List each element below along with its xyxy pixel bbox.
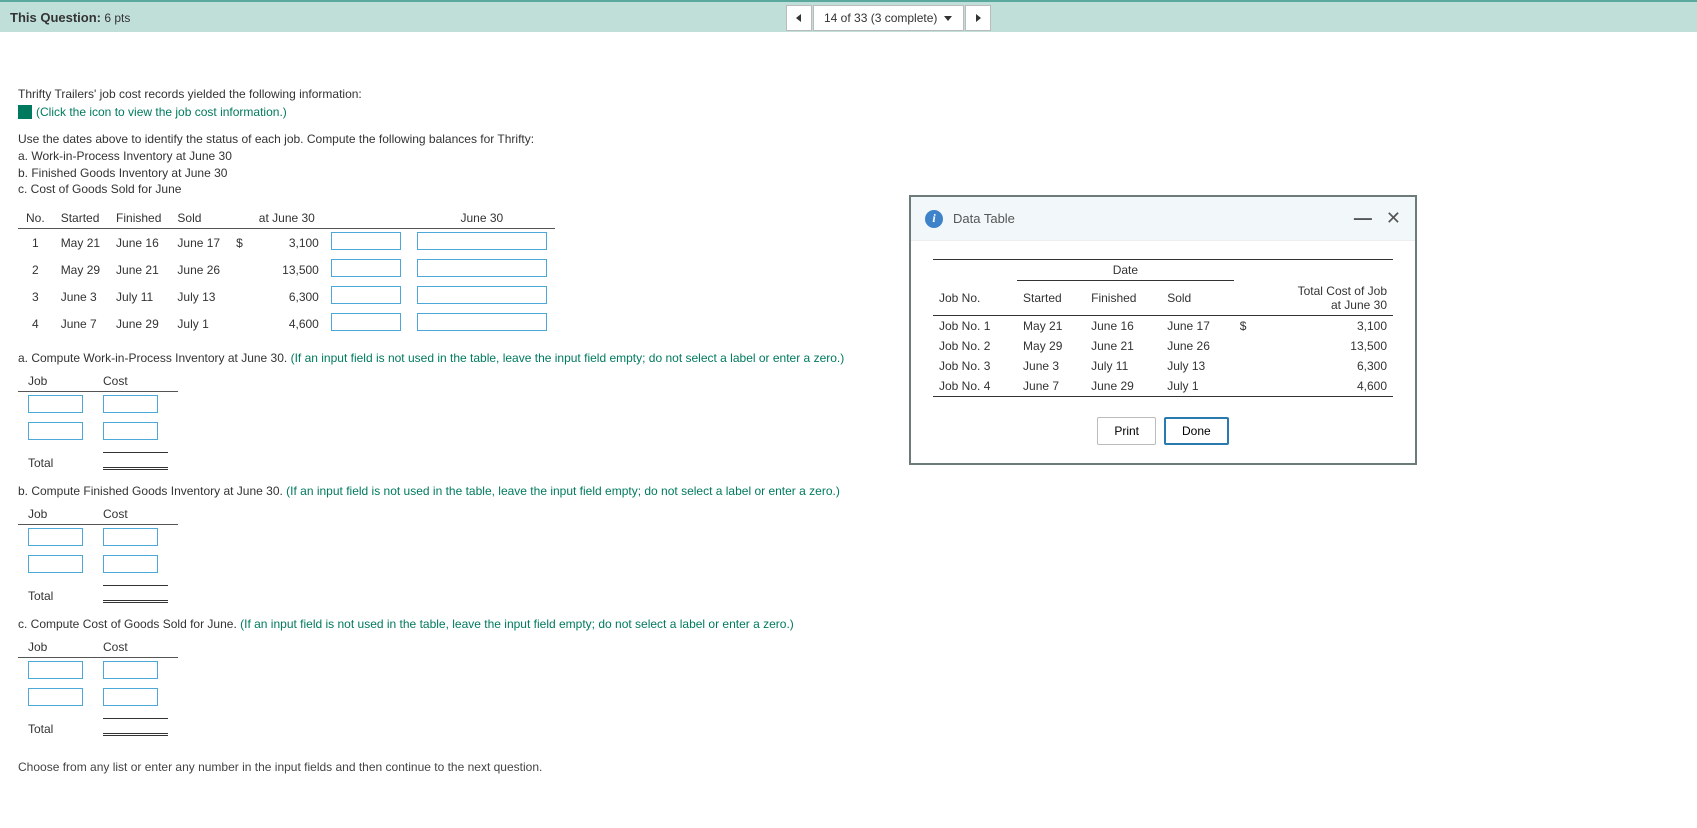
job-input[interactable] [28,661,83,679]
cost-input[interactable] [103,555,158,573]
input-field[interactable] [417,259,547,277]
next-button[interactable] [965,5,991,31]
print-button[interactable]: Print [1097,417,1156,445]
mini-table-c: JobCost Total [18,637,178,742]
date-header: Date [1017,260,1234,281]
view-info-link[interactable]: (Click the icon to view the job cost inf… [18,105,1679,119]
done-button[interactable]: Done [1164,417,1229,445]
chevron-down-icon [943,13,953,23]
table-header-row: No. Started Finished Sold at June 30 Jun… [18,208,555,229]
prompt-a: a. Compute Work-in-Process Inventory at … [18,351,1679,365]
input-field[interactable] [331,232,401,250]
instr-b: b. Finished Goods Inventory at June 30 [18,165,1679,182]
table-row: 1May 21June 16June 17$3,100 [18,229,555,257]
minimize-icon[interactable]: — [1354,208,1372,229]
info-icon: i [925,210,943,228]
total-label: Total [18,446,93,476]
prev-button[interactable] [786,5,812,31]
job-input[interactable] [28,688,83,706]
modal-title: Data Table [953,211,1015,226]
prompt-b: b. Compute Finished Goods Inventory at J… [18,484,1679,498]
modal-body: Date Job No. Started Finished Sold Total… [911,241,1415,407]
intro-text: Thrifty Trailers' job cost records yield… [18,87,1679,101]
modal-col-headers: Job No. Started Finished Sold Total Cost… [933,281,1393,316]
prompt-c: c. Compute Cost of Goods Sold for June. … [18,617,1679,631]
input-field[interactable] [331,259,401,277]
mini-table-a: JobCost Total [18,371,178,476]
data-table-modal: i Data Table — ✕ Date Job No. Started Fi… [910,196,1416,464]
total-label: Total [18,712,93,742]
footer-note: Choose from any list or enter any number… [18,760,1679,774]
cost-input[interactable] [103,528,158,546]
modal-footer: Print Done [911,407,1415,463]
input-field[interactable] [417,286,547,304]
modal-header: i Data Table — ✕ [911,197,1415,241]
question-header: This Question: 6 pts 14 of 33 (3 complet… [0,0,1697,32]
job-input[interactable] [28,555,83,573]
cost-input[interactable] [103,422,158,440]
link-text: (Click the icon to view the job cost inf… [36,105,287,119]
cost-input[interactable] [103,395,158,413]
question-title: This Question: 6 pts [10,10,130,25]
nav-status-text: 14 of 33 (3 complete) [824,11,937,25]
table-icon [18,105,32,119]
job-input[interactable] [28,395,83,413]
job-input[interactable] [28,422,83,440]
main-data-table: No. Started Finished Sold at June 30 Jun… [18,208,555,337]
close-icon[interactable]: ✕ [1386,208,1401,229]
table-row: Job No. 2May 29June 21June 2613,500 [933,336,1393,356]
input-field[interactable] [417,232,547,250]
total-box [103,585,168,603]
table-row: Job No. 4June 7June 29July 14,600 [933,376,1393,397]
table-row: 2May 29June 21June 2613,500 [18,256,555,283]
mini-table-b: JobCost Total [18,504,178,609]
table-row: 4June 7June 29July 14,600 [18,310,555,337]
content-area: Thrifty Trailers' job cost records yield… [0,32,1697,794]
cost-input[interactable] [103,661,158,679]
table-row: 3June 3July 11July 136,300 [18,283,555,310]
total-label: Total [18,579,93,609]
input-field[interactable] [331,313,401,331]
instr-a: a. Work-in-Process Inventory at June 30 [18,148,1679,165]
instr-c: c. Cost of Goods Sold for June [18,181,1679,198]
input-field[interactable] [417,313,547,331]
table-row: Job No. 3June 3July 11July 136,300 [933,356,1393,376]
cost-input[interactable] [103,688,158,706]
instructions: Use the dates above to identify the stat… [18,131,1679,198]
input-field[interactable] [331,286,401,304]
nav-group: 14 of 33 (3 complete) [785,5,992,31]
total-box [103,452,168,470]
data-table: Date Job No. Started Finished Sold Total… [933,259,1393,397]
job-input[interactable] [28,528,83,546]
total-box [103,718,168,736]
nav-status-dropdown[interactable]: 14 of 33 (3 complete) [813,5,964,31]
instr-lead: Use the dates above to identify the stat… [18,131,1679,148]
table-row: Job No. 1May 21June 16June 17$3,100 [933,315,1393,336]
